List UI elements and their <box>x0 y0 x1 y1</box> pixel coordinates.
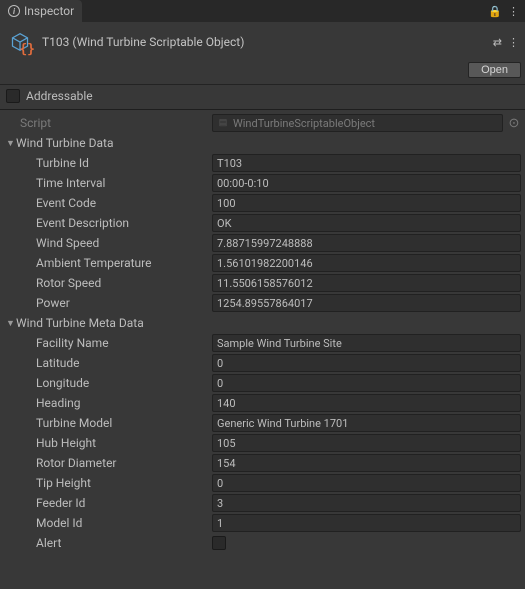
facility-name-input[interactable]: Sample Wind Turbine Site <box>212 334 521 352</box>
alert-checkbox[interactable] <box>212 536 226 550</box>
field-latitude: Latitude 0 <box>4 354 521 372</box>
asset-header: {} T103 (Wind Turbine Scriptable Object)… <box>0 22 525 62</box>
inspector-body: Script ▤ WindTurbineScriptableObject ⊙ ▼… <box>0 110 525 558</box>
info-icon: i <box>8 5 20 17</box>
feeder-id-input[interactable]: 3 <box>212 494 521 512</box>
field-event-description: Event Description OK <box>4 214 521 232</box>
script-label: Script <box>4 116 212 130</box>
field-hub-height: Hub Height 105 <box>4 434 521 452</box>
tab-label: Inspector <box>24 4 74 18</box>
field-time-interval: Time Interval 00:00-0:10 <box>4 174 521 192</box>
ambient-temperature-input[interactable]: 1.56101982200146 <box>212 254 521 272</box>
heading-input[interactable]: 140 <box>212 394 521 412</box>
kebab-menu-icon[interactable]: ⋮ <box>508 5 519 18</box>
section-title: Wind Turbine Data <box>16 136 113 150</box>
tip-height-input[interactable]: 0 <box>212 474 521 492</box>
rotor-diameter-input[interactable]: 154 <box>212 454 521 472</box>
wind-speed-input[interactable]: 7.88715997248888 <box>212 234 521 252</box>
turbine-id-input[interactable]: T103 <box>212 154 521 172</box>
field-turbine-id: Turbine Id T103 <box>4 154 521 172</box>
presets-icon[interactable]: ⇄ <box>493 36 502 49</box>
field-tip-height: Tip Height 0 <box>4 474 521 492</box>
header-kebab-icon[interactable]: ⋮ <box>508 36 519 49</box>
section-wind-turbine-data[interactable]: ▼ Wind Turbine Data <box>4 134 521 152</box>
turbine-model-input[interactable]: Generic Wind Turbine 1701 <box>212 414 521 432</box>
field-longitude: Longitude 0 <box>4 374 521 392</box>
field-ambient-temperature: Ambient Temperature 1.56101982200146 <box>4 254 521 272</box>
field-alert: Alert <box>4 534 521 552</box>
field-wind-speed: Wind Speed 7.88715997248888 <box>4 234 521 252</box>
section-title: Wind Turbine Meta Data <box>16 316 144 330</box>
field-power: Power 1254.89557864017 <box>4 294 521 312</box>
field-rotor-speed: Rotor Speed 11.5506158576012 <box>4 274 521 292</box>
script-field: ▤ WindTurbineScriptableObject <box>212 114 503 132</box>
field-rotor-diameter: Rotor Diameter 154 <box>4 454 521 472</box>
tab-bar: i Inspector 🔒 ⋮ <box>0 0 525 22</box>
lock-icon[interactable]: 🔒 <box>488 5 502 18</box>
field-feeder-id: Feeder Id 3 <box>4 494 521 512</box>
field-turbine-model: Turbine Model Generic Wind Turbine 1701 <box>4 414 521 432</box>
field-model-id: Model Id 1 <box>4 514 521 532</box>
foldout-icon: ▼ <box>6 138 16 149</box>
field-event-code: Event Code 100 <box>4 194 521 212</box>
object-picker-icon[interactable]: ⊙ <box>507 116 521 131</box>
scriptable-object-icon: {} <box>6 28 34 56</box>
braces-icon: {} <box>19 42 35 57</box>
longitude-input[interactable]: 0 <box>212 374 521 392</box>
addressable-label: Addressable <box>26 89 93 103</box>
section-wind-turbine-meta-data[interactable]: ▼ Wind Turbine Meta Data <box>4 314 521 332</box>
script-value: WindTurbineScriptableObject <box>233 117 375 130</box>
time-interval-input[interactable]: 00:00-0:10 <box>212 174 521 192</box>
model-id-input[interactable]: 1 <box>212 514 521 532</box>
asset-title: T103 (Wind Turbine Scriptable Object) <box>42 35 485 49</box>
foldout-icon: ▼ <box>6 318 16 329</box>
addressable-row: Addressable <box>0 85 525 110</box>
event-code-input[interactable]: 100 <box>212 194 521 212</box>
open-button[interactable]: Open <box>468 62 521 78</box>
inspector-tab[interactable]: i Inspector <box>0 0 82 22</box>
power-input[interactable]: 1254.89557864017 <box>212 294 521 312</box>
script-icon: ▤ <box>217 117 229 129</box>
addressable-checkbox[interactable] <box>6 89 20 103</box>
script-row: Script ▤ WindTurbineScriptableObject ⊙ <box>4 114 521 132</box>
rotor-speed-input[interactable]: 11.5506158576012 <box>212 274 521 292</box>
field-facility-name: Facility Name Sample Wind Turbine Site <box>4 334 521 352</box>
latitude-input[interactable]: 0 <box>212 354 521 372</box>
hub-height-input[interactable]: 105 <box>212 434 521 452</box>
field-heading: Heading 140 <box>4 394 521 412</box>
event-description-input[interactable]: OK <box>212 214 521 232</box>
